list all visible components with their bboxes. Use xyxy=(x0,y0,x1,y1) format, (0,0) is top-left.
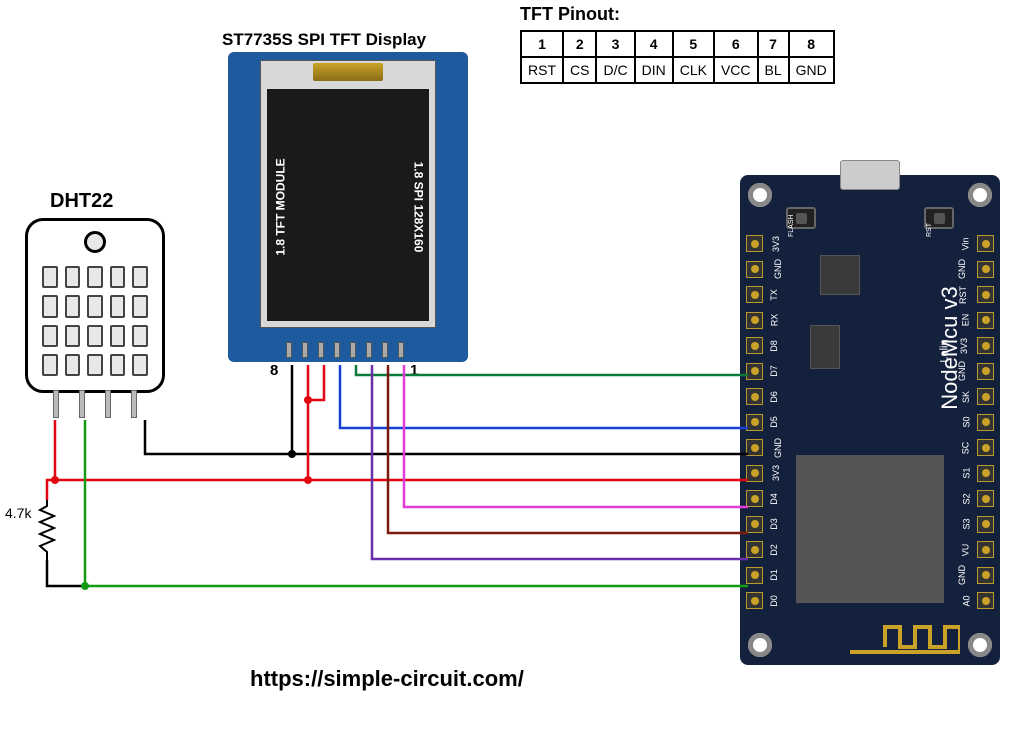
tft-module: 1.8 TFT MODULE 1.8 SPI 128X160 8 1 xyxy=(228,52,468,362)
tft-title: ST7735S SPI TFT Display xyxy=(222,30,426,50)
pinout-table: 1234 5678 RSTCSD/CDIN CLKVCCBLGND xyxy=(520,30,835,84)
resistor-label: 4.7k xyxy=(5,505,31,521)
source-url: https://simple-circuit.com/ xyxy=(250,666,524,692)
dht22-sensor xyxy=(25,218,165,393)
tft-pin-8: 8 xyxy=(270,362,278,379)
dht-title: DHT22 xyxy=(50,190,113,213)
tft-label-right: 1.8 SPI 128X160 xyxy=(412,162,426,253)
nodemcu-board: FLASH RST NodeMcu v3 Lolin 3V3 GND TX RX… xyxy=(740,175,1000,665)
tft-label-left: 1.8 TFT MODULE xyxy=(274,158,288,255)
resistor-4k7 xyxy=(38,500,56,560)
tft-pin-1: 1 xyxy=(410,362,418,379)
mcu-subtitle: Lolin xyxy=(938,339,950,362)
pinout-title: TFT Pinout: xyxy=(520,4,620,25)
